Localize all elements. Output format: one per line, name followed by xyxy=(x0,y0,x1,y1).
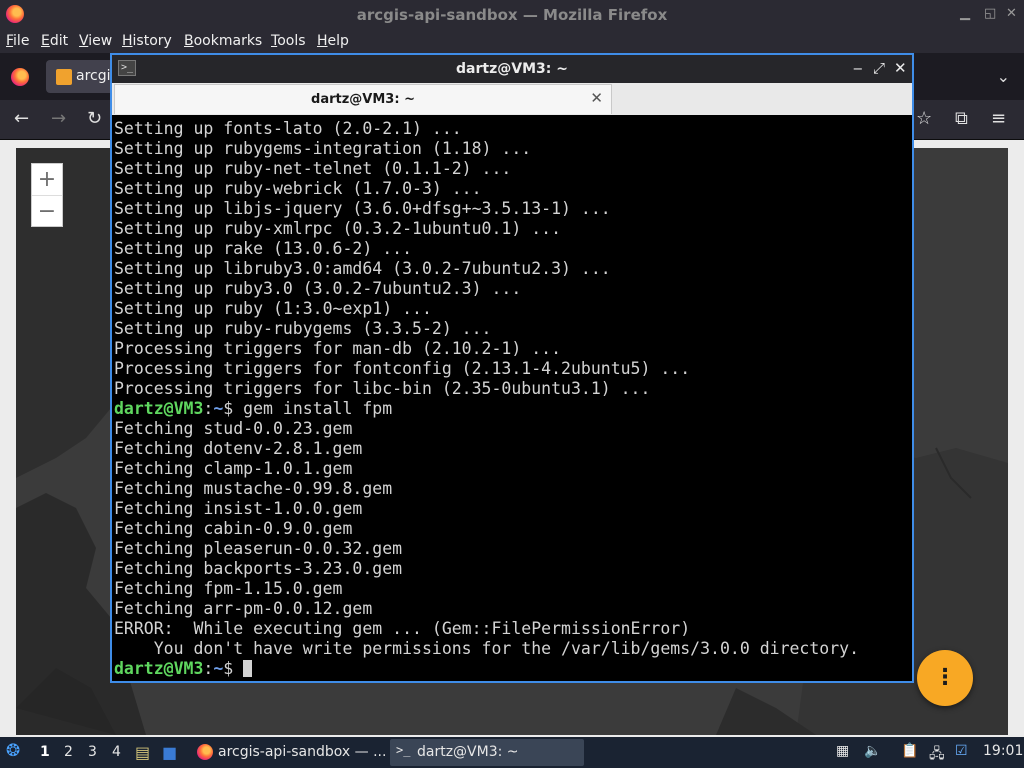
menu-tools[interactable]: Tools xyxy=(271,33,306,49)
terminal-line: Fetching fpm-1.15.0.gem xyxy=(114,579,343,598)
command-text: gem install fpm xyxy=(243,399,393,418)
bookmark-star-icon[interactable]: ☆ xyxy=(916,108,932,129)
prompt-user: dartz@VM3 xyxy=(114,659,204,678)
workspace-1[interactable]: 1 xyxy=(40,744,50,760)
terminal-output[interactable]: Setting up fonts-lato (2.0-2.1) ... Setti… xyxy=(114,119,910,681)
show-desktop-icon[interactable]: ■ xyxy=(162,743,177,762)
terminal-tab-bar: dartz@VM3: ~ ✕ xyxy=(112,83,912,115)
volume-icon[interactable]: 🔈 xyxy=(864,743,881,759)
terminal-window[interactable]: >_ dartz@VM3: ~ ‒ ⤢ ✕ dartz@VM3: ~ ✕ Set… xyxy=(110,53,914,683)
terminal-title: dartz@VM3: ~ xyxy=(456,61,568,77)
terminal-titlebar: >_ dartz@VM3: ~ ‒ ⤢ ✕ xyxy=(112,55,912,83)
terminal-line: Processing triggers for libc-bin (2.35-0… xyxy=(114,379,651,398)
clipboard-icon[interactable]: 📋 xyxy=(901,743,918,759)
tab-label: arcgi xyxy=(76,68,111,84)
terminal-line: Fetching clamp-1.0.1.gem xyxy=(114,459,353,478)
terminal-line: Setting up ruby-xmlrpc (0.3.2-1ubuntu0.1… xyxy=(114,219,562,238)
prompt-symbol: $ xyxy=(223,399,244,418)
prompt-separator: : xyxy=(203,659,214,678)
tab-close-icon[interactable]: ✕ xyxy=(590,89,603,107)
hamburger-menu-icon[interactable]: ≡ xyxy=(991,108,1006,129)
terminal-line: Fetching insist-1.0.0.gem xyxy=(114,499,363,518)
workspace-3[interactable]: 3 xyxy=(88,744,97,760)
taskbar: ❂ 1 2 3 4 ▤ ■ arcgis-api-sandbox — ... >… xyxy=(0,737,1024,768)
terminal-line: Setting up ruby-rubygems (3.3.5-2) ... xyxy=(114,319,492,338)
terminal-line: Fetching mustache-0.99.8.gem xyxy=(114,479,393,498)
task-label: arcgis-api-sandbox — ... xyxy=(218,744,387,760)
terminal-line: ERROR: While executing gem ... (Gem::Fil… xyxy=(114,619,691,638)
forward-icon[interactable]: → xyxy=(51,108,66,129)
reload-icon[interactable]: ↻ xyxy=(87,108,102,129)
task-terminal[interactable]: >_ dartz@VM3: ~ xyxy=(390,739,584,766)
terminal-line: Setting up ruby (1:3.0~exp1) ... xyxy=(114,299,432,318)
window-title: arcgis-api-sandbox — Mozilla Firefox xyxy=(356,6,668,24)
clock: 19:01 xyxy=(983,743,1024,759)
prompt-path: ~ xyxy=(213,399,224,418)
terminal-line: Fetching cabin-0.9.0.gem xyxy=(114,519,353,538)
terminal-line: Setting up rubygems-integration (1.18) .… xyxy=(114,139,532,158)
file-manager-icon[interactable]: ▤ xyxy=(135,743,150,762)
terminal-line: dartz@VM3:~$ gem install fpm xyxy=(114,399,910,419)
prompt-symbol: $ xyxy=(223,659,244,678)
task-label: dartz@VM3: ~ xyxy=(417,744,519,760)
terminal-icon: >_ xyxy=(396,743,411,757)
chevron-down-icon[interactable]: ⌄ xyxy=(997,67,1010,86)
workspace-2[interactable]: 2 xyxy=(64,744,73,760)
terminal-line: Fetching pleaserun-0.0.32.gem xyxy=(114,539,403,558)
prompt-separator: : xyxy=(203,399,214,418)
terminal-line: You don't have write permissions for the… xyxy=(114,639,860,658)
terminal-line: Setting up rake (13.0.6-2) ... xyxy=(114,239,413,258)
terminal-line: Setting up libruby3.0:amd64 (3.0.2-7ubun… xyxy=(114,259,611,278)
terminal-line: Setting up fonts-lato (2.0-2.1) ... xyxy=(114,119,462,138)
terminal-line: Setting up ruby-net-telnet (0.1.1-2) ... xyxy=(114,159,512,178)
close-icon[interactable]: ✕ xyxy=(1006,6,1017,21)
maximize-icon[interactable]: ◱ xyxy=(984,6,996,21)
terminal-line: Setting up ruby-webrick (1.7.0-3) ... xyxy=(114,179,482,198)
terminal-line: dartz@VM3:~$ xyxy=(114,659,910,679)
minimize-icon[interactable]: ‒ xyxy=(853,59,863,77)
terminal-line: Fetching backports-3.23.0.gem xyxy=(114,559,403,578)
network-icon[interactable]: 🖧 xyxy=(929,743,945,767)
prompt-path: ~ xyxy=(213,659,224,678)
menu-bar: File Edit View History Bookmarks Tools H… xyxy=(0,29,1024,53)
maximize-icon[interactable]: ⤢ xyxy=(873,59,885,77)
terminal-line: Fetching dotenv-2.8.1.gem xyxy=(114,439,363,458)
firefox-titlebar: arcgis-api-sandbox — Mozilla Firefox ▁ ◱… xyxy=(0,0,1024,29)
zoom-control: + − xyxy=(31,163,63,227)
arcgis-favicon-icon xyxy=(56,69,72,85)
zoom-in-button[interactable]: + xyxy=(32,164,62,195)
minimize-icon[interactable]: ▁ xyxy=(960,6,970,21)
terminal-tab[interactable]: dartz@VM3: ~ ✕ xyxy=(114,84,612,114)
prompt-user: dartz@VM3 xyxy=(114,399,204,418)
terminal-line: Fetching stud-0.0.23.gem xyxy=(114,419,353,438)
menu-bookmarks[interactable]: Bookmarks xyxy=(184,33,262,49)
menu-file[interactable]: File xyxy=(6,33,29,49)
terminal-line: Processing triggers for fontconfig (2.13… xyxy=(114,359,691,378)
menu-edit[interactable]: Edit xyxy=(41,33,68,49)
terminal-line: Setting up ruby3.0 (3.0.2-7ubuntu2.3) ..… xyxy=(114,279,522,298)
terminal-tab-label: dartz@VM3: ~ xyxy=(311,92,415,107)
update-check-icon[interactable]: ☑ xyxy=(955,743,968,759)
firefox-view-icon[interactable] xyxy=(11,68,29,86)
task-firefox[interactable]: arcgis-api-sandbox — ... xyxy=(193,739,387,766)
back-icon[interactable]: ← xyxy=(14,108,29,129)
workspace-4[interactable]: 4 xyxy=(112,744,121,760)
menu-view[interactable]: View xyxy=(79,33,112,49)
menu-help[interactable]: Help xyxy=(317,33,349,49)
terminal-line: Fetching arr-pm-0.0.12.gem xyxy=(114,599,373,618)
tray-notes-icon[interactable]: ▦ xyxy=(836,743,849,759)
terminal-cursor xyxy=(243,660,253,677)
menu-history[interactable]: History xyxy=(122,33,172,49)
terminal-line: Setting up libjs-jquery (3.6.0+dfsg+~3.5… xyxy=(114,199,611,218)
map-options-button[interactable]: ⋮ xyxy=(917,650,973,706)
terminal-line: Processing triggers for man-db (2.10.2-1… xyxy=(114,339,562,358)
extensions-icon[interactable]: ⧉ xyxy=(955,108,968,129)
start-menu-icon[interactable]: ❂ xyxy=(6,741,20,761)
close-icon[interactable]: ✕ xyxy=(894,59,907,77)
zoom-out-button[interactable]: − xyxy=(32,195,62,226)
firefox-icon xyxy=(197,744,213,760)
